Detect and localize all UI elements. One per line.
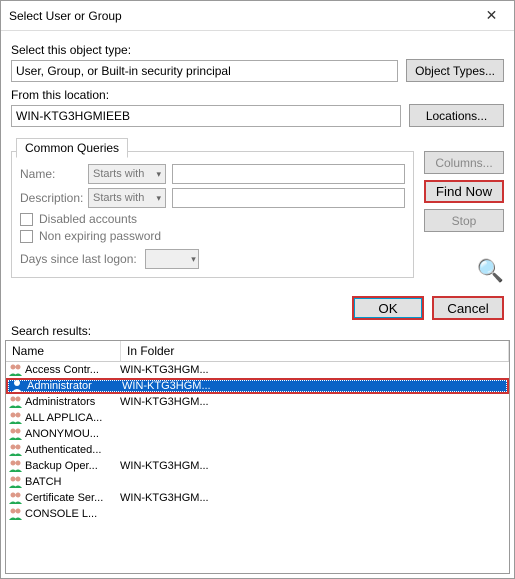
name-input[interactable] [172, 164, 405, 184]
row-name: ANONYMOU... [25, 428, 120, 440]
table-row[interactable]: ANONYMOU... [6, 426, 509, 442]
row-name: Authenticated... [25, 444, 120, 456]
table-row[interactable]: ALL APPLICA... [6, 410, 509, 426]
row-folder: WIN-KTG3HGM... [122, 380, 505, 392]
group-icon [8, 395, 23, 409]
results-grid: Name In Folder Access Contr...WIN-KTG3HG… [5, 340, 510, 574]
user-icon [10, 379, 25, 393]
titlebar: Select User or Group ✕ [1, 1, 514, 31]
table-row[interactable]: AdministratorsWIN-KTG3HGM... [6, 394, 509, 410]
column-header-name[interactable]: Name [6, 341, 121, 361]
locations-button[interactable]: Locations... [409, 104, 504, 127]
disabled-accounts-label: Disabled accounts [39, 212, 137, 226]
group-icon [8, 507, 23, 521]
cancel-button[interactable]: Cancel [432, 296, 504, 320]
row-folder: WIN-KTG3HGM... [120, 492, 507, 504]
from-location-label: From this location: [11, 88, 504, 102]
row-folder: WIN-KTG3HGM... [120, 364, 507, 376]
group-icon [8, 443, 23, 457]
search-results-label: Search results: [1, 324, 514, 340]
description-input[interactable] [172, 188, 405, 208]
table-row[interactable]: Backup Oper...WIN-KTG3HGM... [6, 458, 509, 474]
group-icon [8, 411, 23, 425]
upper-content: Select this object type: Object Types...… [1, 31, 514, 290]
row-name: Backup Oper... [25, 460, 120, 472]
non-expiring-checkbox[interactable] [20, 230, 33, 243]
row-name: Certificate Ser... [25, 492, 120, 504]
row-name: BATCH [25, 476, 120, 488]
right-button-column: Columns... Find Now Stop 🔍 [424, 151, 504, 284]
common-queries-panel: Common Queries Name: Starts with ▾ Descr… [11, 151, 414, 278]
row-name: CONSOLE L... [25, 508, 120, 520]
grid-body[interactable]: Access Contr...WIN-KTG3HGM...Administrat… [6, 362, 509, 573]
table-row[interactable]: Access Contr...WIN-KTG3HGM... [6, 362, 509, 378]
grid-header: Name In Folder [6, 341, 509, 362]
table-row[interactable]: CONSOLE L... [6, 506, 509, 522]
table-row[interactable]: AdministratorWIN-KTG3HGM... [6, 378, 509, 394]
row-folder: WIN-KTG3HGM... [120, 396, 507, 408]
non-expiring-label: Non expiring password [39, 229, 161, 243]
name-match-combo[interactable]: Starts with ▾ [88, 164, 166, 184]
dialog-actions: OK Cancel [1, 290, 514, 324]
object-type-field[interactable] [11, 60, 398, 82]
row-name: Administrator [27, 380, 122, 392]
group-icon [8, 363, 23, 377]
find-now-button[interactable]: Find Now [424, 180, 504, 203]
description-match-combo[interactable]: Starts with ▾ [88, 188, 166, 208]
search-icon: 🔍 [477, 258, 504, 284]
description-label: Description: [20, 191, 82, 205]
table-row[interactable]: BATCH [6, 474, 509, 490]
chevron-down-icon: ▾ [191, 254, 196, 265]
object-types-button[interactable]: Object Types... [406, 59, 504, 82]
chevron-down-icon: ▾ [156, 193, 161, 204]
stop-button[interactable]: Stop [424, 209, 504, 232]
group-icon [8, 491, 23, 505]
group-icon [8, 459, 23, 473]
group-icon [8, 427, 23, 441]
row-name: ALL APPLICA... [25, 412, 120, 424]
group-icon [8, 475, 23, 489]
close-button[interactable]: ✕ [469, 1, 514, 31]
days-since-logon-label: Days since last logon: [20, 252, 137, 266]
days-since-logon-combo[interactable]: ▾ [145, 249, 199, 269]
name-label: Name: [20, 167, 82, 181]
chevron-down-icon: ▾ [156, 169, 161, 180]
description-match-value: Starts with [93, 192, 144, 204]
object-type-label: Select this object type: [11, 43, 504, 57]
close-icon: ✕ [486, 7, 498, 24]
tab-common-queries[interactable]: Common Queries [16, 138, 128, 158]
columns-button[interactable]: Columns... [424, 151, 504, 174]
disabled-accounts-checkbox[interactable] [20, 213, 33, 226]
location-field[interactable] [11, 105, 401, 127]
ok-button[interactable]: OK [352, 296, 424, 320]
name-match-value: Starts with [93, 168, 144, 180]
column-header-folder[interactable]: In Folder [121, 341, 509, 361]
row-name: Access Contr... [25, 364, 120, 376]
window-title: Select User or Group [9, 9, 122, 23]
row-folder: WIN-KTG3HGM... [120, 460, 507, 472]
row-name: Administrators [25, 396, 120, 408]
table-row[interactable]: Certificate Ser...WIN-KTG3HGM... [6, 490, 509, 506]
table-row[interactable]: Authenticated... [6, 442, 509, 458]
